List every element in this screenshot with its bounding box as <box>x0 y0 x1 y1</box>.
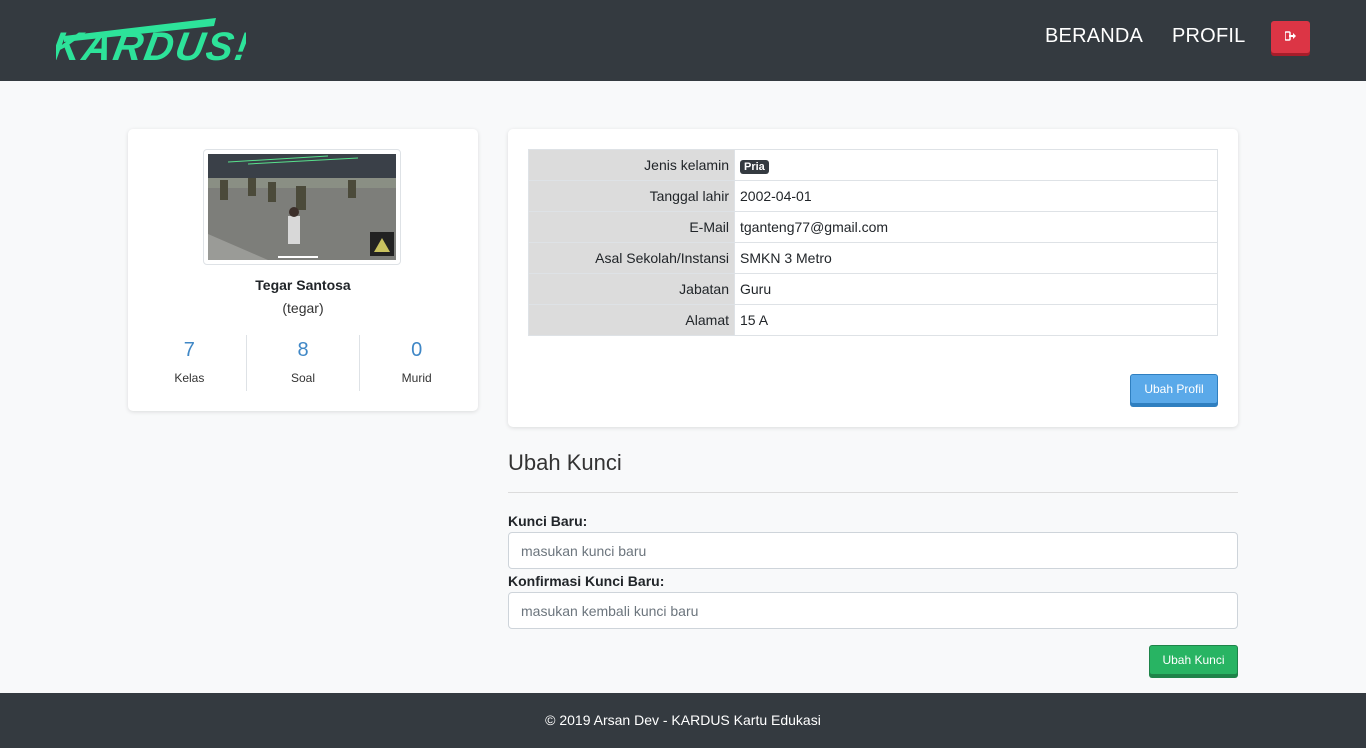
profile-username: (tegar) <box>282 300 324 316</box>
avatar <box>203 149 401 265</box>
table-row: Jenis kelamin Pria <box>528 149 1218 181</box>
table-row: E-Mail tganteng77@gmail.com <box>528 211 1218 243</box>
profile-photo-game-screenshot <box>208 154 396 260</box>
stat-label: Soal <box>290 371 316 385</box>
row-key: Jenis kelamin <box>528 149 735 181</box>
stat-label: Murid <box>401 371 432 385</box>
stat-soal: 8 Soal <box>245 335 360 391</box>
brand-logo[interactable]: KARDUS! <box>48 14 255 69</box>
svg-text:KARDUS!: KARDUS! <box>56 24 246 68</box>
navbar: KARDUS! BERANDA PROFIL <box>0 0 1366 81</box>
row-value: 15 A <box>734 304 1218 336</box>
row-value: tganteng77@gmail.com <box>734 211 1218 243</box>
confirm-password-label: Konfirmasi Kunci Baru: <box>508 573 665 589</box>
sign-out-icon <box>1283 28 1297 46</box>
footer-text: © 2019 Arsan Dev - KARDUS Kartu Edukasi <box>545 712 821 728</box>
row-value: SMKN 3 Metro <box>734 242 1218 274</box>
table-row: Tanggal lahir 2002-04-01 <box>528 180 1218 212</box>
gender-badge: Pria <box>740 159 769 174</box>
stat-murid: 0 Murid <box>359 335 473 391</box>
table-row: Alamat 15 A <box>528 304 1218 336</box>
profile-detail-card: Jenis kelamin Pria Tanggal lahir 2002-04… <box>508 129 1238 427</box>
row-value: Guru <box>734 273 1218 305</box>
profile-stats: 7 Kelas 8 Soal 0 Murid <box>133 335 473 391</box>
divider <box>508 492 1238 493</box>
stat-value: 0 <box>411 339 423 361</box>
row-value: Pria <box>734 149 1218 181</box>
logout-button[interactable] <box>1271 21 1310 53</box>
row-value: 2002-04-01 <box>734 180 1218 212</box>
change-password-title: Ubah Kunci <box>508 450 622 475</box>
new-password-field[interactable] <box>508 532 1238 569</box>
row-key: Jabatan <box>528 273 735 305</box>
profile-detail-table: Jenis kelamin Pria Tanggal lahir 2002-04… <box>528 149 1218 336</box>
nav-beranda[interactable]: BERANDA <box>1045 25 1143 48</box>
stat-kelas: 7 Kelas <box>133 335 246 391</box>
profile-name: Tegar Santosa <box>255 277 351 293</box>
nav-profil[interactable]: PROFIL <box>1172 25 1245 48</box>
row-key: Asal Sekolah/Instansi <box>528 242 735 274</box>
footer: © 2019 Arsan Dev - KARDUS Kartu Edukasi <box>0 693 1366 748</box>
profile-card: Tegar Santosa (tegar) 7 Kelas 8 Soal 0 M… <box>128 129 478 411</box>
table-row: Asal Sekolah/Instansi SMKN 3 Metro <box>528 242 1218 274</box>
change-password-button[interactable]: Ubah Kunci <box>1149 645 1238 675</box>
new-password-label: Kunci Baru: <box>508 513 588 529</box>
row-key: Alamat <box>528 304 735 336</box>
row-key: E-Mail <box>528 211 735 243</box>
table-row: Jabatan Guru <box>528 273 1218 305</box>
stat-label: Kelas <box>174 371 205 385</box>
stat-value: 8 <box>297 339 309 361</box>
edit-profile-button[interactable]: Ubah Profil <box>1130 374 1218 404</box>
stat-value: 7 <box>183 339 195 361</box>
confirm-password-field[interactable] <box>508 592 1238 629</box>
row-key: Tanggal lahir <box>528 180 735 212</box>
